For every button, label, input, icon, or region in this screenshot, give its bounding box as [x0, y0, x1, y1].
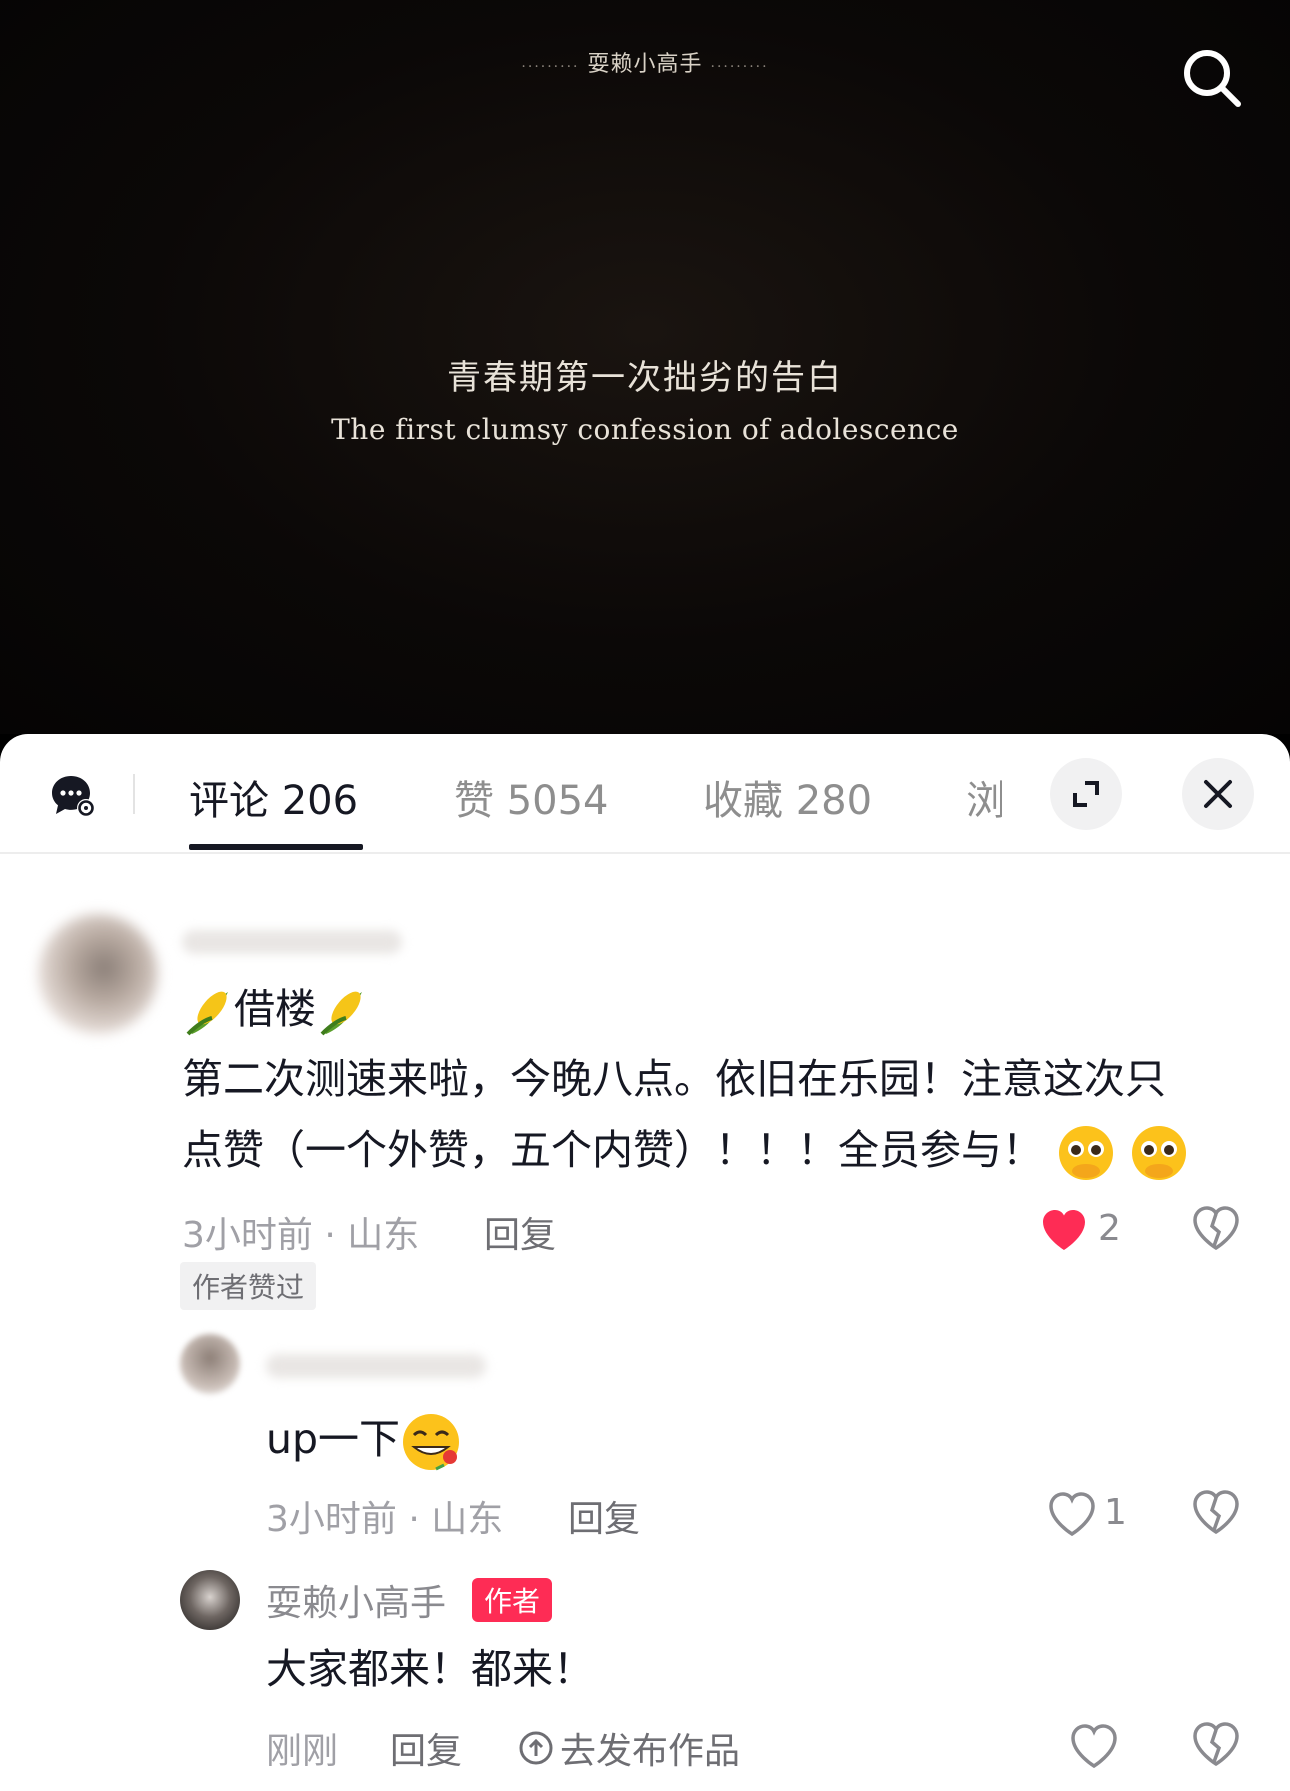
video-caption: 青春期第一次拙劣的告白 The first clumsy confession …: [0, 350, 1290, 446]
avatar[interactable]: [180, 1334, 240, 1394]
corn-icon: [320, 991, 362, 1036]
comment-time-location: 3小时前 · 山东: [266, 1499, 504, 1540]
pleading-face-icon: [1132, 1126, 1187, 1180]
author-liked-badge: 作者赞过: [180, 1262, 317, 1310]
heart-filled-icon[interactable]: [1040, 1208, 1088, 1252]
comment-time: 刚刚: [266, 1731, 339, 1772]
tab-views[interactable]: 浏览: [966, 768, 1002, 826]
heart-outline-icon[interactable]: [1048, 1492, 1096, 1536]
comment-text-line2: 点赞（一个外赞，五个内赞）！！！全员参与！: [182, 1115, 1189, 1186]
author-username[interactable]: 耍赖小高手: [266, 1574, 446, 1626]
reply-button[interactable]: 回复: [484, 1206, 556, 1258]
tab-divider: [133, 774, 135, 814]
publish-work-button[interactable]: 去发布作品: [518, 1722, 740, 1774]
author-avatar[interactable]: [180, 1570, 240, 1630]
avatar[interactable]: [38, 914, 158, 1034]
dislike-icon[interactable]: [1192, 1490, 1240, 1536]
reply-button[interactable]: 回复: [390, 1722, 462, 1774]
grinning-face-with-rose-icon: [403, 1414, 460, 1471]
close-icon: [1204, 780, 1232, 808]
expand-icon: [1073, 781, 1099, 807]
like-count: 2: [1098, 1208, 1121, 1249]
username-blurred[interactable]: [266, 1354, 486, 1378]
comment-text: 大家都来！都来！: [266, 1645, 594, 1693]
author-tag: 作者: [472, 1578, 553, 1622]
active-tab-indicator: [189, 844, 363, 850]
caption-chinese: 青春期第一次拙劣的告白: [447, 358, 843, 398]
expand-button[interactable]: [1050, 758, 1122, 830]
search-icon[interactable]: [1180, 46, 1244, 110]
tab-comments[interactable]: 评论 206: [189, 768, 358, 826]
video-player[interactable]: ········· 耍赖小高手 ········· 青春期第一次拙劣的告白 Th…: [0, 0, 1290, 734]
tab-bar: 评论 206 赞 5054 收藏 280 浏览: [0, 734, 1290, 854]
close-button[interactable]: [1182, 758, 1254, 830]
pleading-face-icon: [1059, 1126, 1114, 1180]
comment-time-location: 3小时前 · 山东: [182, 1215, 420, 1256]
like-count: 1: [1104, 1492, 1127, 1533]
chat-settings-icon[interactable]: [50, 774, 96, 818]
reply-button[interactable]: 回复: [568, 1490, 640, 1542]
dislike-icon[interactable]: [1192, 1722, 1240, 1768]
corn-icon: [186, 991, 228, 1036]
comment-text: up一下: [266, 1404, 462, 1475]
comment-pinned-line: 借楼: [182, 974, 368, 1045]
tab-likes[interactable]: 赞 5054: [454, 768, 609, 826]
tab-favorites[interactable]: 收藏 280: [703, 768, 872, 826]
heart-outline-icon[interactable]: [1070, 1724, 1118, 1768]
dislike-icon[interactable]: [1192, 1206, 1240, 1252]
comment-text-line1: 第二次测速来啦，今晚八点。依旧在乐园！注意这次只: [182, 1055, 1166, 1103]
username-blurred[interactable]: [182, 930, 402, 954]
caption-english: The first clumsy confession of adolescen…: [331, 413, 959, 446]
comment-sheet: 评论 206 赞 5054 收藏 280 浏览 借楼 第二次测: [0, 734, 1290, 1791]
upload-circle-icon: [519, 1731, 553, 1765]
video-brand-watermark: ········· 耍赖小高手 ·········: [521, 52, 769, 77]
